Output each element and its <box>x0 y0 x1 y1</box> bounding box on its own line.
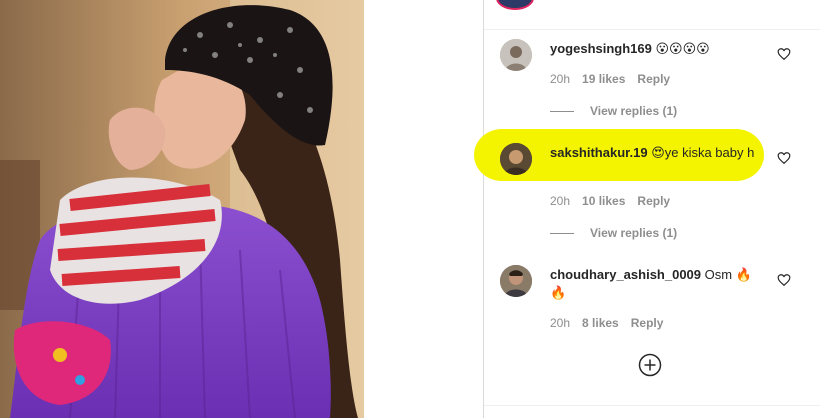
post-image <box>0 0 364 418</box>
comment-text: 😍ye kiska baby h <box>651 145 755 160</box>
replies-line <box>550 232 574 234</box>
comment-likes[interactable]: 8 likes <box>582 316 619 330</box>
user-photo-icon <box>500 265 532 297</box>
plus-circle-icon[interactable] <box>638 353 662 377</box>
reply-button[interactable]: Reply <box>637 194 670 208</box>
divider <box>484 29 820 30</box>
reply-button[interactable]: Reply <box>631 316 664 330</box>
user-photo-icon <box>500 143 532 175</box>
post-author-avatar[interactable] <box>496 0 534 10</box>
comment-likes[interactable]: 10 likes <box>582 194 625 208</box>
comment-time[interactable]: 20h <box>550 316 570 330</box>
view-replies-label: View replies (1) <box>590 104 678 118</box>
comment-time[interactable]: 20h <box>550 194 570 208</box>
layout-gap <box>364 0 482 418</box>
heart-outline-icon[interactable] <box>777 47 791 61</box>
comment-username[interactable]: sakshithakur.19 <box>550 145 648 160</box>
view-replies-label: View replies (1) <box>590 226 678 240</box>
user-photo-icon <box>500 39 532 71</box>
comment-meta: 20h 19 likes Reply <box>550 72 670 86</box>
view-replies-button[interactable]: View replies (1) <box>550 226 677 240</box>
avatar[interactable] <box>500 265 532 297</box>
comment-body: choudhary_ashish_0009 Osm 🔥🔥 <box>550 266 765 302</box>
comment-body: yogeshsingh169 😮😮😮😮 <box>550 40 770 58</box>
comment-meta: 20h 8 likes Reply <box>550 316 663 330</box>
comment-meta: 20h 10 likes Reply <box>550 194 670 208</box>
comment-body: sakshithakur.19 😍ye kiska baby h <box>550 144 765 162</box>
avatar[interactable] <box>500 39 532 71</box>
view-replies-button[interactable]: View replies (1) <box>550 104 677 118</box>
comment-username[interactable]: yogeshsingh169 <box>550 41 652 56</box>
heart-outline-icon[interactable] <box>777 151 791 165</box>
comment-likes[interactable]: 19 likes <box>582 72 625 86</box>
divider <box>484 405 820 406</box>
comments-panel: yogeshsingh169 😮😮😮😮 20h 19 likes Reply V… <box>474 0 820 418</box>
replies-line <box>550 110 574 112</box>
post-photo <box>0 0 364 418</box>
avatar[interactable] <box>500 143 532 175</box>
heart-outline-icon[interactable] <box>777 273 791 287</box>
comment-username[interactable]: choudhary_ashish_0009 <box>550 267 701 282</box>
reply-button[interactable]: Reply <box>637 72 670 86</box>
comment-text: 😮😮😮😮 <box>655 41 710 56</box>
comment-time[interactable]: 20h <box>550 72 570 86</box>
